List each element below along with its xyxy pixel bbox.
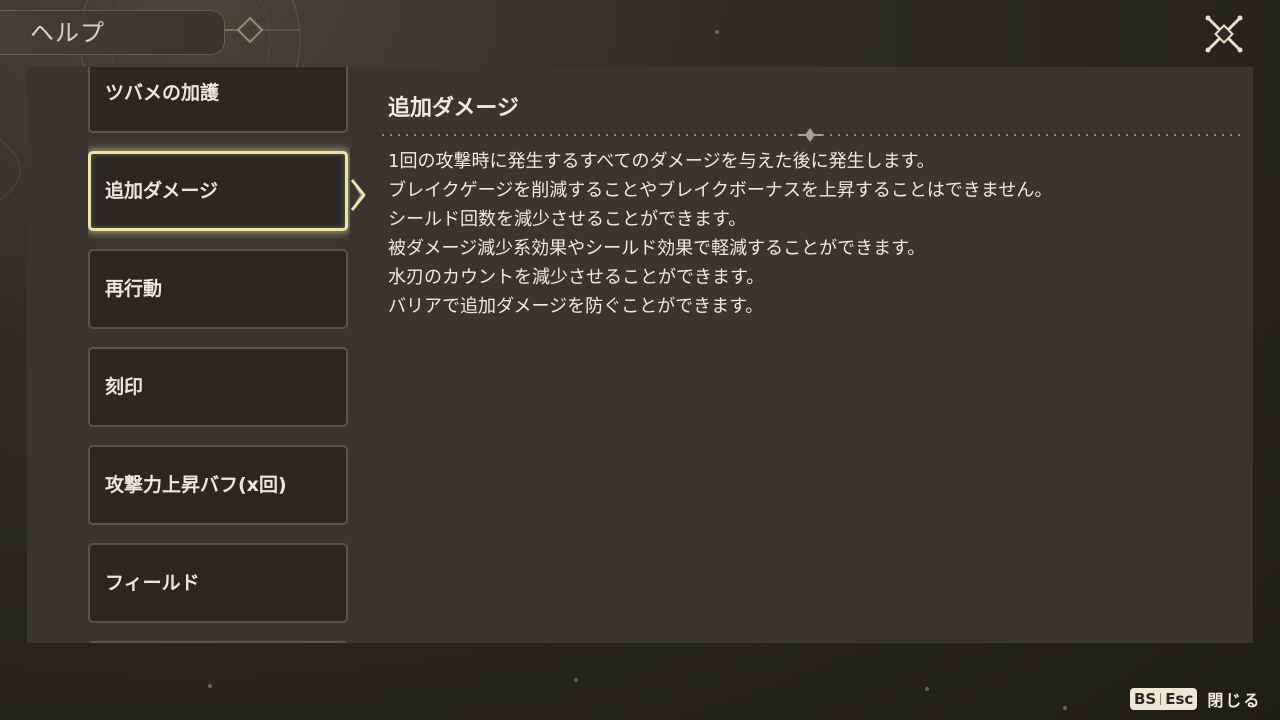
footer-close-hint: BS Esc 閉じる (1130, 687, 1261, 711)
close-key-badge[interactable]: BS Esc (1130, 688, 1198, 710)
list-item-label: 追加ダメージ (105, 180, 219, 202)
close-icon (1205, 15, 1243, 53)
selection-arrow-icon (350, 179, 366, 211)
list-item-label: 攻撃力上昇バフ(x回) (105, 474, 287, 496)
list-item-partial[interactable] (88, 641, 348, 643)
list-item-field[interactable]: フィールド (88, 543, 348, 623)
key-esc: Esc (1165, 690, 1194, 708)
list-item-mark[interactable]: 刻印 (88, 347, 348, 427)
help-panel: ツバメの加護 追加ダメージ 再行動 刻印 攻撃力上昇バフ(x回) フィールド 追… (27, 67, 1253, 643)
key-separator (1160, 693, 1162, 705)
content-line: 水刃のカウントを減少させることができます。 (388, 267, 765, 288)
background-sparkle (574, 678, 578, 682)
close-label[interactable]: 閉じる (1207, 687, 1261, 711)
list-item-label: ツバメの加護 (105, 82, 220, 104)
list-item-label: 再行動 (105, 278, 163, 300)
list-item-additional-damage[interactable]: 追加ダメージ (88, 151, 348, 231)
content-line: ブレイクゲージを削減することやブレイクボーナスを上昇することはできません。 (388, 180, 1053, 201)
list-item-re-action[interactable]: 再行動 (88, 249, 348, 329)
list-item-label: フィールド (105, 572, 200, 594)
background-sparkle (715, 30, 719, 34)
background-sparkle (208, 684, 212, 688)
title-divider (382, 128, 1242, 142)
content-line: 被ダメージ減少系効果やシールド効果で軽減することができます。 (388, 238, 926, 259)
content-line: 1回の攻撃時に発生するすべてのダメージを与えた後に発生します。 (388, 151, 935, 172)
help-topic-list[interactable]: ツバメの加護 追加ダメージ 再行動 刻印 攻撃力上昇バフ(x回) フィールド (88, 67, 350, 643)
list-item-label: 刻印 (105, 376, 144, 398)
list-item-attack-buff[interactable]: 攻撃力上昇バフ(x回) (88, 445, 348, 525)
page-title: ヘルプ (30, 19, 105, 47)
content-line: シールド回数を減少させることができます。 (388, 209, 747, 230)
content-title: 追加ダメージ (388, 96, 519, 121)
key-bs: BS (1134, 690, 1157, 708)
list-item-tsubame[interactable]: ツバメの加護 (88, 67, 348, 133)
background-sparkle (925, 687, 929, 691)
background-sparkle (1063, 706, 1067, 710)
content-body: 1回の攻撃時に発生するすべてのダメージを与えた後に発生します。 ブレイクゲージを… (388, 147, 1238, 321)
content-line: バリアで追加ダメージを防ぐことができます。 (388, 296, 764, 317)
close-button[interactable] (1200, 10, 1248, 58)
